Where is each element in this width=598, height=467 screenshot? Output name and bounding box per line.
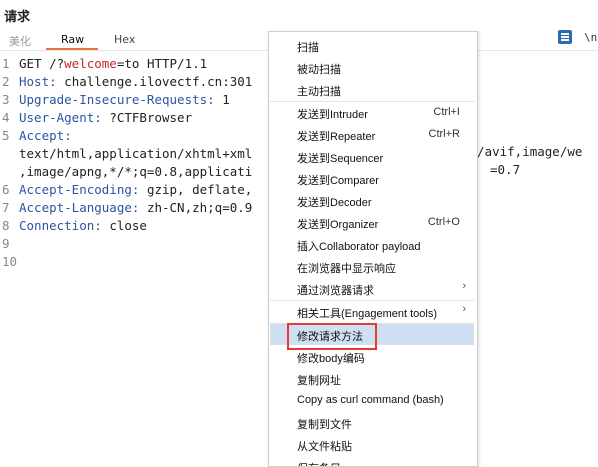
tab-raw[interactable]: Raw bbox=[61, 33, 84, 46]
panel-title: 请求 bbox=[4, 10, 31, 25]
tab-hex[interactable]: Hex bbox=[114, 33, 135, 46]
menu-item[interactable]: 主动扫描 bbox=[270, 79, 474, 100]
header-name: Accept-Encoding: bbox=[19, 182, 140, 197]
menu-item-label: 发送到Organizer bbox=[297, 219, 379, 231]
request-line: Host: challenge.ilovectf.cn:301 bbox=[19, 73, 252, 91]
line-number: 1 bbox=[2, 56, 10, 71]
line-number: 8 bbox=[2, 218, 10, 233]
menu-item-shortcut: Ctrl+O bbox=[427, 216, 460, 228]
menu-item-label: 扫描 bbox=[297, 42, 319, 54]
line-number: 9 bbox=[2, 236, 10, 251]
menu-item[interactable]: 扫描 bbox=[270, 35, 474, 56]
line-number: 4 bbox=[2, 110, 10, 125]
menu-item[interactable]: 从文件粘贴 bbox=[270, 434, 474, 455]
header-name: Host: bbox=[19, 74, 57, 89]
request-line: Accept-Encoding: gzip, deflate, bbox=[19, 181, 252, 199]
menu-item-label: 相关工具(Engagement tools) bbox=[297, 308, 437, 320]
menu-item[interactable]: 保存条目 bbox=[270, 456, 474, 466]
context-menu: 扫描被动扫描主动扫描发送到Intruder Ctrl+I 发送到Repeater Ct… bbox=[268, 31, 478, 467]
menu-item-label: 发送到Comparer bbox=[297, 175, 379, 187]
line-text: 1 bbox=[214, 92, 230, 107]
menu-item[interactable]: 发送到Decoder bbox=[270, 190, 474, 211]
request-line: Upgrade-Insecure-Requests: 1 bbox=[19, 91, 230, 109]
menu-item-label: 主动扫描 bbox=[297, 86, 341, 98]
menu-item-label: 复制网址 bbox=[297, 375, 341, 387]
request-line: Connection: close bbox=[19, 217, 147, 235]
menu-item[interactable]: 发送到Intruder Ctrl+I bbox=[270, 102, 474, 123]
menu-item-label: 发送到Decoder bbox=[297, 197, 372, 209]
menu-item[interactable]: 在浏览器中显示响应 bbox=[270, 256, 474, 277]
line-text: ?CTFBrowser bbox=[101, 110, 193, 125]
request-line: Accept-Language: zh-CN,zh;q=0.9 bbox=[19, 199, 252, 217]
menu-item-label: 从文件粘贴 bbox=[297, 441, 352, 453]
line-number: 6 bbox=[2, 182, 10, 197]
request-line: text/html,application/xhtml+xml bbox=[19, 145, 252, 163]
menu-item[interactable]: 被动扫描 bbox=[270, 57, 474, 78]
menu-item-label: 在浏览器中显示响应 bbox=[297, 263, 396, 275]
line-text: GET /? bbox=[19, 56, 65, 71]
line-text: close bbox=[101, 218, 147, 233]
menu-item-label: 发送到Sequencer bbox=[297, 153, 384, 165]
line-text: zh-CN,zh;q=0.9 bbox=[139, 200, 253, 215]
annotation-highlight-box bbox=[287, 323, 377, 350]
menu-item-shortcut: Ctrl+R bbox=[428, 128, 460, 140]
menu-item-label: Copy as curl command (bash) bbox=[297, 394, 444, 406]
query-param: welcome bbox=[64, 56, 117, 71]
menu-item-label: 保存条目 bbox=[297, 460, 341, 466]
overflow-text-accept-1: ge/avif,image/we bbox=[462, 144, 583, 159]
line-number: 5 bbox=[2, 128, 10, 143]
menu-item-label: 发送到Intruder bbox=[297, 109, 368, 121]
menu-item-label: 修改body编码 bbox=[297, 353, 365, 365]
line-number: 10 bbox=[2, 254, 18, 269]
tab-pretty[interactable]: 美化 bbox=[9, 33, 31, 49]
chevron-right-icon: › bbox=[462, 303, 466, 315]
menu-item-shortcut: Ctrl+I bbox=[433, 106, 460, 118]
line-text: ,image/apng,*/*;q=0.8,applicati bbox=[19, 164, 253, 179]
menu-item[interactable]: Copy as curl command (bash) bbox=[270, 390, 474, 411]
menu-item[interactable]: 发送到Comparer bbox=[270, 168, 474, 189]
menu-item[interactable]: 发送到Sequencer bbox=[270, 146, 474, 167]
menu-item-label: 插入Collaborator payload bbox=[297, 241, 421, 253]
header-name: Connection: bbox=[19, 218, 102, 233]
menu-item[interactable]: 复制网址 bbox=[270, 368, 474, 389]
header-name: Accept: bbox=[19, 128, 72, 143]
request-line: GET /?welcome=to HTTP/1.1 bbox=[19, 55, 207, 73]
menu-item[interactable]: 相关工具(Engagement tools) › bbox=[270, 301, 474, 322]
menu-item-label: 复制到文件 bbox=[297, 419, 352, 431]
wrap-lines-icon[interactable] bbox=[558, 30, 572, 44]
header-name: Upgrade-Insecure-Requests: bbox=[19, 92, 215, 107]
request-line: User-Agent: ?CTFBrowser bbox=[19, 109, 192, 127]
line-text: challenge.ilovectf.cn:301 bbox=[56, 74, 253, 89]
line-number: 2 bbox=[2, 74, 10, 89]
line-number: 7 bbox=[2, 200, 10, 215]
menu-item-label: 被动扫描 bbox=[297, 64, 341, 76]
line-number: 3 bbox=[2, 92, 10, 107]
menu-item[interactable]: 发送到Organizer Ctrl+O bbox=[270, 212, 474, 233]
header-name: Accept-Language: bbox=[19, 200, 140, 215]
line-text: =to HTTP/1.1 bbox=[116, 56, 208, 71]
menu-item[interactable]: 复制到文件 bbox=[270, 412, 474, 433]
menu-item[interactable]: 通过浏览器请求 › bbox=[270, 278, 474, 299]
request-line: Accept: bbox=[19, 127, 72, 145]
overflow-text-accept-2: =0.7 bbox=[490, 162, 521, 177]
chevron-right-icon: › bbox=[462, 280, 466, 292]
menu-item-label: 通过浏览器请求 bbox=[297, 285, 374, 297]
request-line: ,image/apng,*/*;q=0.8,applicati bbox=[19, 163, 252, 181]
line-text: text/html,application/xhtml+xml bbox=[19, 146, 253, 161]
menu-item[interactable]: 发送到Repeater Ctrl+R bbox=[270, 124, 474, 145]
newline-toggle[interactable]: \n bbox=[584, 31, 597, 44]
header-name: User-Agent: bbox=[19, 110, 102, 125]
line-text: gzip, deflate, bbox=[139, 182, 253, 197]
menu-item-label: 发送到Repeater bbox=[297, 131, 376, 143]
menu-item[interactable]: 插入Collaborator payload bbox=[270, 234, 474, 255]
